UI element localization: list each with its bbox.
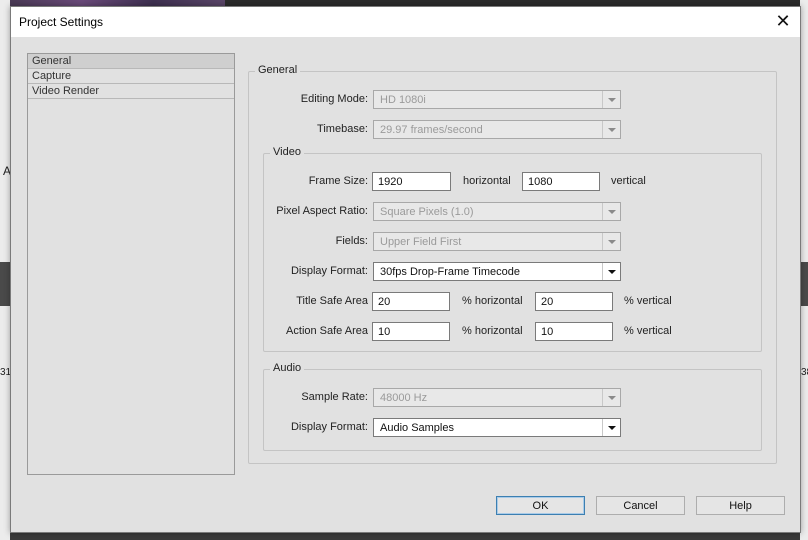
close-button[interactable]: ✕: [766, 7, 800, 35]
chevron-down-icon: [602, 263, 620, 280]
nav-item-general[interactable]: General: [28, 54, 234, 69]
settings-category-list: General Capture Video Render: [27, 53, 235, 475]
nav-item-video-render[interactable]: Video Render: [28, 84, 234, 99]
project-settings-dialog: Project Settings ✕ General Capture Video…: [10, 6, 801, 533]
fields-value: Upper Field First: [380, 236, 462, 248]
pixel-aspect-ratio-value: Square Pixels (1.0): [380, 206, 474, 218]
title-safe-horizontal-input[interactable]: [372, 292, 450, 311]
action-safe-vertical-label: % vertical: [624, 325, 672, 337]
chevron-down-icon: [602, 203, 620, 220]
frame-size-label: Frame Size:: [308, 175, 368, 187]
sample-rate-select[interactable]: 48000 Hz: [373, 388, 621, 407]
help-button[interactable]: Help: [696, 496, 785, 515]
title-safe-horizontal-label: % horizontal: [462, 295, 523, 307]
dialog-title: Project Settings: [19, 15, 104, 29]
title-bar: Project Settings ✕: [11, 7, 800, 37]
fields-label: Fields:: [335, 235, 368, 247]
background-text: 38: [801, 367, 808, 378]
frame-size-horizontal-input[interactable]: [372, 172, 451, 191]
audio-display-format-select[interactable]: Audio Samples: [373, 418, 621, 437]
frame-size-vertical-label: vertical: [611, 175, 646, 187]
chevron-down-icon: [602, 91, 620, 108]
action-safe-vertical-input[interactable]: [535, 322, 613, 341]
title-safe-vertical-label: % vertical: [624, 295, 672, 307]
video-group-title: Video: [270, 146, 304, 158]
editing-mode-value: HD 1080i: [380, 94, 426, 106]
title-safe-vertical-input[interactable]: [535, 292, 613, 311]
frame-size-vertical-input[interactable]: [522, 172, 600, 191]
chevron-down-icon: [602, 121, 620, 138]
pixel-aspect-ratio-select[interactable]: Square Pixels (1.0): [373, 202, 621, 221]
chevron-down-icon: [602, 233, 620, 250]
chevron-down-icon: [602, 389, 620, 406]
audio-group-title: Audio: [270, 362, 305, 374]
action-safe-area-label: Action Safe Area: [286, 325, 368, 337]
background-app-right-panel: [800, 262, 808, 306]
audio-display-format-value: Audio Samples: [380, 422, 454, 434]
sample-rate-value: 48000 Hz: [380, 392, 428, 404]
frame-size-horizontal-label: horizontal: [463, 175, 511, 187]
title-safe-area-label: Title Safe Area: [296, 295, 368, 307]
nav-item-capture[interactable]: Capture: [28, 69, 234, 84]
general-group: General Editing Mode: HD 1080i Timebase:…: [248, 64, 777, 464]
editing-mode-select[interactable]: HD 1080i: [373, 90, 621, 109]
sample-rate-label: Sample Rate:: [301, 391, 368, 403]
display-format-label: Display Format:: [290, 265, 368, 277]
action-safe-horizontal-input[interactable]: [372, 322, 450, 341]
cancel-button[interactable]: Cancel: [596, 496, 685, 515]
video-display-format-value: 30fps Drop-Frame Timecode: [380, 266, 520, 278]
timebase-label: Timebase:: [317, 123, 368, 135]
chevron-down-icon: [602, 419, 620, 436]
action-safe-horizontal-label: % horizontal: [462, 325, 523, 337]
editing-mode-label: Editing Mode:: [300, 93, 368, 105]
audio-display-format-label: Display Format:: [290, 421, 368, 433]
close-icon: ✕: [775, 10, 791, 31]
video-display-format-select[interactable]: 30fps Drop-Frame Timecode: [373, 262, 621, 281]
video-group: Video Frame Size: horizontal vertical Pi…: [263, 146, 762, 352]
general-group-title: General: [255, 64, 301, 76]
dialog-body: General Capture Video Render General Edi…: [11, 37, 800, 532]
timebase-select[interactable]: 29.97 frames/second: [373, 120, 621, 139]
fields-select[interactable]: Upper Field First: [373, 232, 621, 251]
background-app-left-panel: [0, 262, 10, 306]
pixel-aspect-ratio-label: Pixel Aspect Ratio:: [276, 205, 368, 217]
ok-button[interactable]: OK: [496, 496, 585, 515]
timebase-value: 29.97 frames/second: [380, 124, 483, 136]
audio-group: Audio Sample Rate: 48000 Hz Display Form…: [263, 362, 762, 451]
